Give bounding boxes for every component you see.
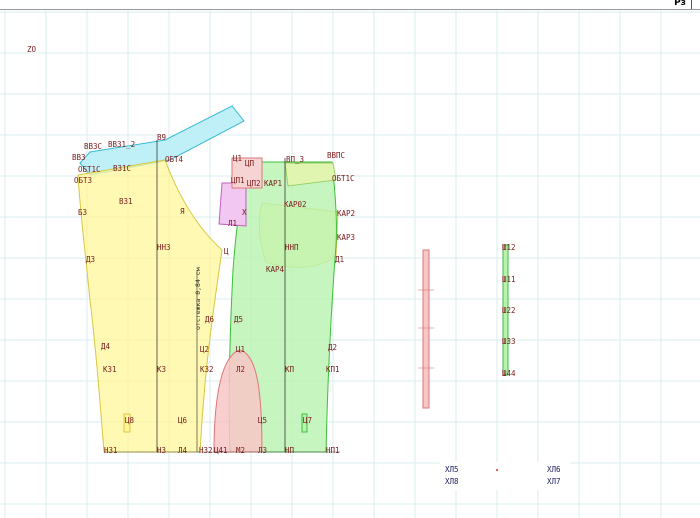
label-l1: Л1: [228, 219, 237, 228]
toolbar-separator: [691, 0, 692, 9]
label-n3: Н3: [157, 446, 166, 455]
label-kar4: КАР4: [266, 265, 285, 274]
label-xl5: ХЛ5: [445, 465, 459, 474]
label-xl6: ХЛ6: [547, 465, 561, 474]
pattern-canvas[interactable]: ZO ВВЗС ВВЗ1_2 В9 ВВЗ ОБТ4 ОБТ1С ВЗ1С ОБ…: [0, 10, 700, 518]
label-w12: Ш12: [502, 243, 516, 252]
label-d3: Д3: [86, 255, 95, 264]
label-d2: Д2: [328, 343, 337, 352]
label-d5: Д5: [234, 315, 243, 324]
label-xl7: ХЛ7: [547, 477, 561, 486]
label-nnp: ННП: [285, 243, 299, 252]
label-vvzs: ВВЗС: [84, 142, 102, 151]
label-np: НП: [285, 446, 295, 455]
label-kar3: КАР3: [337, 233, 355, 242]
label-kar2: КАР2: [337, 209, 355, 218]
label-kp1: КП1: [326, 365, 340, 374]
label-obt1s: ОБТ1С: [78, 165, 101, 174]
label-vz1s: ВЗ1С: [113, 164, 131, 173]
label-zo: ZO: [27, 45, 37, 54]
label-ts4: Ц41: [214, 446, 228, 455]
label-kar1: КАР1: [264, 179, 282, 188]
label-vvps: ВВПС: [327, 151, 345, 160]
label-obt1c-front: ОБТ1С: [332, 174, 355, 183]
label-nnh: Ц: [224, 247, 229, 256]
label-offset-note: отстежка 0,84 см: [194, 267, 202, 330]
label-xl8: ХЛ8: [445, 477, 459, 486]
label-w11: Ш11: [502, 275, 516, 284]
label-l2: Л2: [236, 365, 245, 374]
label-w44: Ш44: [502, 369, 516, 378]
label-n32: Н32: [199, 446, 213, 455]
label-v9: В9: [157, 133, 166, 142]
top-toolbar: Рз: [0, 0, 700, 10]
label-obt3: ОБТ3: [74, 176, 92, 185]
label-ya: Я: [180, 207, 185, 216]
pink-strip[interactable]: [422, 249, 430, 409]
corner-label: Рз: [674, 0, 686, 8]
label-b3: Б3: [78, 208, 87, 217]
label-ts8: Ц8: [125, 416, 135, 425]
label-vp3: ВП_3: [286, 155, 304, 164]
label-w33: Ш33: [502, 337, 516, 346]
label-kp: КП: [285, 365, 295, 374]
label-ts7: Ц7: [303, 416, 312, 425]
label-t2: ЦП2: [247, 179, 261, 188]
label-ts2: Ц2: [200, 345, 209, 354]
label-m2: М2: [236, 446, 245, 455]
label-d4: Д4: [101, 342, 111, 351]
label-np1: НП1: [326, 446, 340, 455]
label-k31: К31: [103, 365, 117, 374]
label-k32: К32: [200, 365, 214, 374]
label-l3: Л3: [258, 446, 267, 455]
label-vz1: ВЗ1: [119, 197, 133, 206]
label-t1: ЦП1: [231, 176, 245, 185]
label-k3: К3: [157, 365, 166, 374]
label-d1: Д1: [335, 255, 344, 264]
label-vvz: ВВЗ: [72, 153, 86, 162]
label-ts6: Ц6: [178, 416, 188, 425]
label-l4: Л4: [178, 446, 188, 455]
label-d6: Д6: [205, 315, 215, 324]
label-x: Х: [242, 208, 247, 217]
label-w22: Ш22: [502, 306, 516, 315]
label-ts5: Ц5: [258, 416, 267, 425]
label-tsp2: ЦП: [245, 159, 255, 168]
label-n31: Н31: [104, 446, 118, 455]
label-nn3: НН3: [157, 243, 171, 252]
label-obt4: ОБТ4: [165, 155, 184, 164]
label-tsp1: Ц1: [233, 154, 242, 163]
label-ts1: Ц1: [236, 345, 245, 354]
label-kar02: КАР02: [284, 200, 307, 209]
label-vvz1_2: ВВЗ1_2: [108, 140, 135, 149]
marker-dot: [496, 469, 498, 471]
